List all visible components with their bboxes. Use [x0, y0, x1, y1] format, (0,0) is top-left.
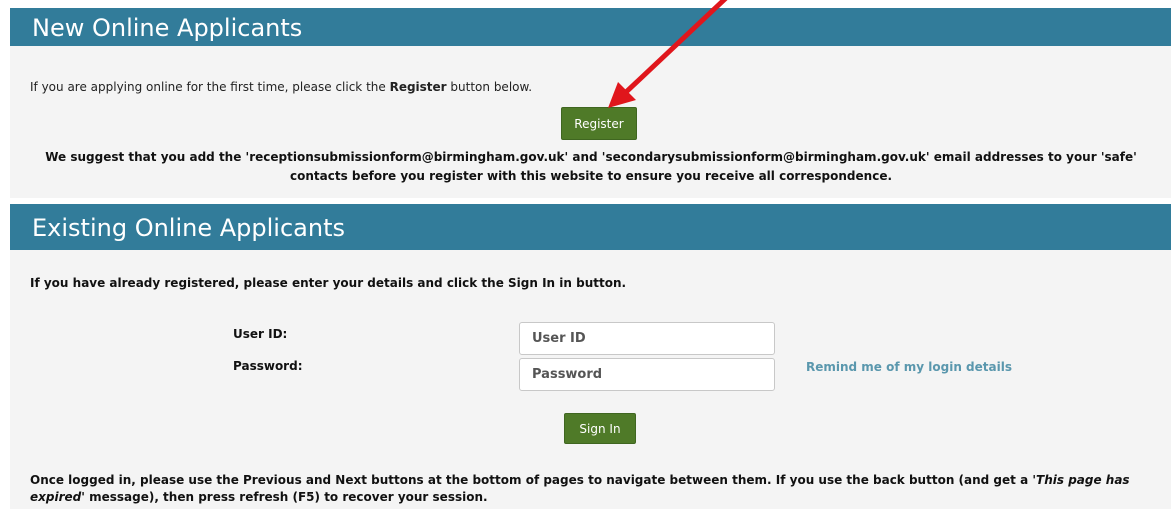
- red-arrow-annotation-icon: [608, 0, 728, 108]
